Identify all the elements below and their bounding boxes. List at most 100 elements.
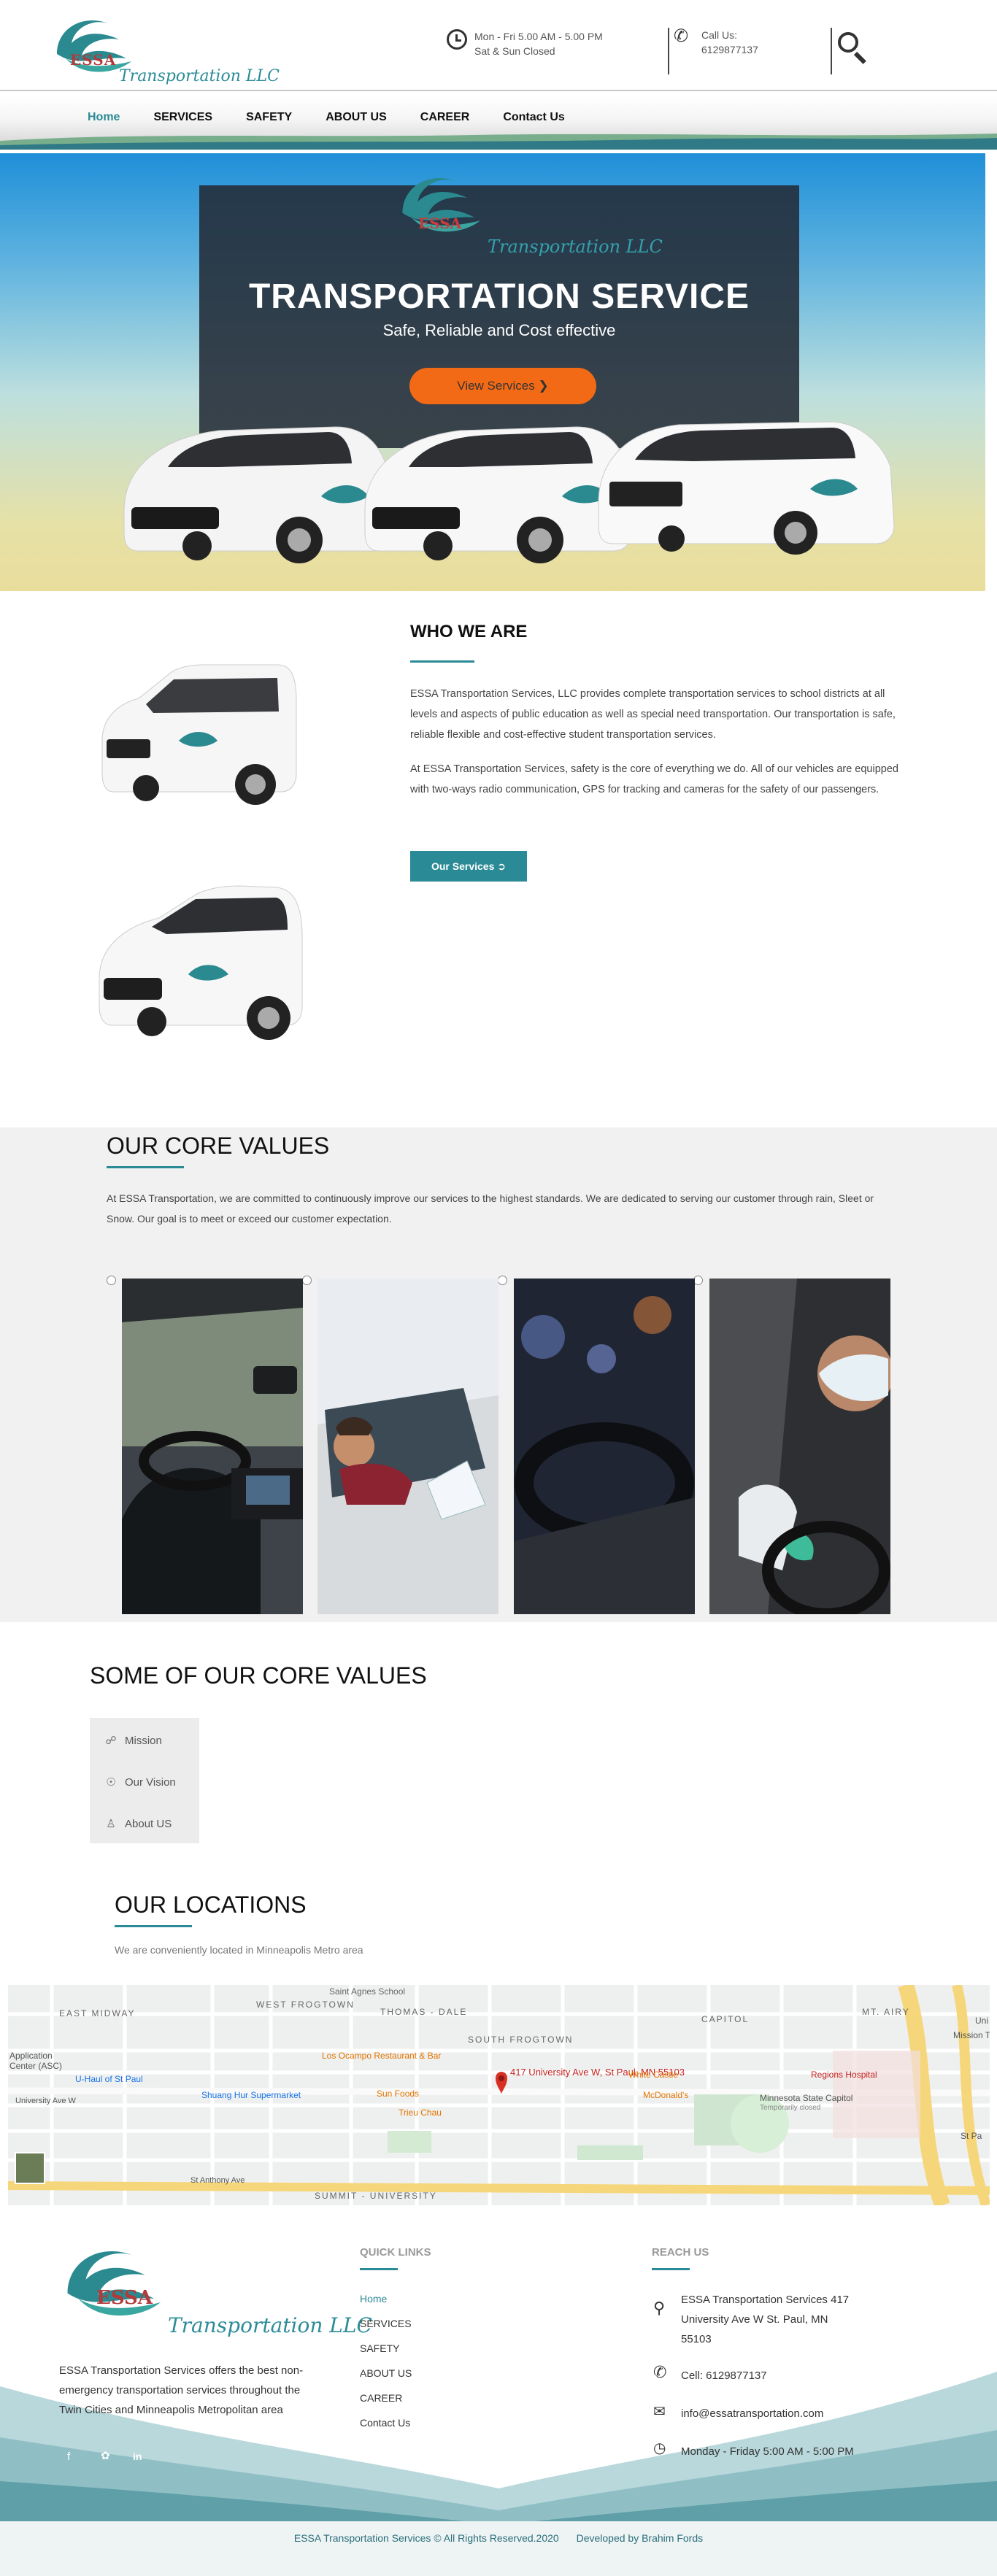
reach-us-heading: REACH US — [652, 2246, 709, 2259]
map-label-application-center: Application Center (ASC) — [9, 2051, 63, 2071]
footer-logo-icon — [67, 2251, 161, 2316]
locations-heading-underline — [115, 1925, 192, 1927]
core-photo-night-steering — [514, 1279, 695, 1614]
footer-link-about[interactable]: ABOUT US — [360, 2367, 412, 2379]
reach-us-underline — [652, 2268, 690, 2270]
map-label-los-ocampo[interactable]: Los Ocampo Restaurant & Bar — [322, 2051, 441, 2061]
nav-wave-decoration — [0, 134, 997, 150]
our-services-label: Our Services — [431, 860, 495, 872]
nav-about[interactable]: ABOUT US — [326, 111, 387, 124]
map-label-university-ave: University Ave W — [15, 2097, 76, 2105]
footer-link-home[interactable]: Home — [360, 2293, 387, 2305]
map-label-sun-foods[interactable]: Sun Foods — [377, 2089, 419, 2099]
heading-underline — [410, 660, 474, 663]
map-label-saint-agnes[interactable]: Saint Agnes School — [329, 1986, 405, 1997]
core-photo-smiling-driver — [317, 1279, 498, 1614]
map-label-mission: Mission Te — [953, 2030, 990, 2040]
handshake-icon: ☍ — [105, 1735, 117, 1747]
phone-icon: ✆ — [674, 26, 689, 46]
linkedin-icon[interactable]: in — [133, 2450, 142, 2462]
map-label-summit-university: SUMMIT - UNIVERSITY — [315, 2191, 437, 2201]
footer-link-career[interactable]: CAREER — [360, 2392, 402, 2404]
clock-icon — [447, 29, 467, 50]
core-values-heading: OUR CORE VALUES — [107, 1133, 330, 1159]
locations-heading: OUR LOCATIONS — [115, 1891, 307, 1918]
map-label-st-anthony: St Anthony Ave — [190, 2176, 245, 2185]
footer-address: ESSA Transportation Services 417 Univers… — [681, 2294, 850, 2345]
slide-radio-1[interactable] — [107, 1276, 116, 1285]
footer-cell[interactable]: Cell: 6129877137 — [681, 2366, 767, 2386]
footer-logo-brand: ESSA — [96, 2287, 153, 2309]
call-number[interactable]: 6129877137 — [701, 42, 785, 57]
map-label-uhaul[interactable]: U-Haul of St Paul — [75, 2074, 143, 2084]
map-label-shuang-hur[interactable]: Shuang Hur Supermarket — [201, 2090, 301, 2100]
quick-links-heading: QUICK LINKS — [360, 2246, 431, 2259]
hero-logo-tagline: Transportation LLC — [488, 236, 663, 257]
quick-links-underline — [360, 2268, 398, 2270]
copyright-text: ESSA Transportation Services © All Right… — [293, 2532, 559, 2544]
nav-contact[interactable]: Contact Us — [503, 111, 564, 124]
copyright-bar: ESSA Transportation Services © All Right… — [0, 2532, 997, 2544]
our-services-button[interactable]: Our Services ➲ — [410, 851, 527, 882]
facebook-icon[interactable]: f — [67, 2450, 70, 2463]
hero-logo-icon — [402, 178, 480, 232]
tab-our-vision[interactable]: ☉ Our Vision — [104, 1775, 176, 1789]
twitter-icon[interactable]: ✿ — [101, 2449, 110, 2462]
phone-icon: ✆ — [653, 2363, 667, 2381]
map-label-st-paul: St Pa — [961, 2131, 982, 2141]
map-label-white-castle[interactable]: White Castle — [628, 2070, 678, 2080]
map-label-state-capitol[interactable]: Minnesota State Capitol — [760, 2093, 852, 2103]
map-label-east-midway: EAST MIDWAY — [59, 2008, 136, 2018]
hero-subtitle: Safe, Reliable and Cost effective — [382, 321, 616, 339]
call-us[interactable]: ✆ Call Us: 6129877137 — [668, 28, 785, 74]
map-label-mcdonalds[interactable]: McDonald's — [643, 2090, 688, 2100]
hero-logo-brand: ESSA — [418, 215, 462, 232]
minivan-image-1 — [101, 664, 297, 805]
footer-logo[interactable]: ESSA Transportation LLC — [58, 2233, 372, 2350]
footer-email[interactable]: info@essatransportation.com — [681, 2404, 823, 2423]
core-photo-cleaning-driver — [709, 1279, 890, 1614]
envelope-icon: ✉ — [653, 2404, 666, 2420]
nav-home[interactable]: Home — [88, 111, 120, 124]
footer-logo-tagline: Transportation LLC — [168, 2313, 372, 2337]
minivan-image-2 — [99, 885, 303, 1040]
eye-icon: ☉ — [106, 1776, 116, 1789]
site-logo[interactable]: ESSA Transportation LLC — [50, 10, 280, 90]
core-photo-driver-dashboard — [122, 1279, 303, 1614]
nav-safety[interactable]: SAFETY — [246, 111, 292, 124]
hours-line-1: Mon - Fri 5.00 AM - 5.00 PM — [474, 31, 603, 42]
tab-mission[interactable]: ☍ Mission — [104, 1734, 161, 1747]
location-map[interactable]: EAST MIDWAY WEST FROGTOWN THOMAS - DALE … — [8, 1985, 990, 2205]
footer-link-contact[interactable]: Contact Us — [360, 2417, 410, 2429]
clock-icon: ◷ — [653, 2440, 666, 2456]
footer-link-services[interactable]: SERVICES — [360, 2318, 412, 2329]
slide-radio-3[interactable] — [498, 1276, 507, 1285]
user-icon: ♙ — [106, 1818, 116, 1830]
logo-brand-text: ESSA — [70, 51, 117, 69]
footer-about-text: ESSA Transportation Services offers the … — [59, 2364, 304, 2416]
locations-subtitle: We are conveniently located in Minneapol… — [115, 1944, 363, 1956]
core-heading-underline — [107, 1166, 184, 1168]
map-label-regions-hospital[interactable]: Regions Hospital — [811, 2070, 877, 2080]
who-paragraph-2: At ESSA Transportation Services, safety … — [410, 763, 898, 795]
core-values-text: At ESSA Transportation, we are committed… — [107, 1192, 874, 1225]
nav-services[interactable]: SERVICES — [153, 111, 212, 124]
nav-career[interactable]: CAREER — [420, 111, 470, 124]
map-label-trieu-chau[interactable]: Trieu Chau — [399, 2108, 442, 2118]
tab-about-us[interactable]: ♙ About US — [104, 1817, 172, 1830]
search-icon — [838, 32, 858, 53]
developer-credit[interactable]: Developed by Brahim Fords — [577, 2532, 704, 2544]
search-button[interactable] — [831, 28, 874, 74]
who-paragraph-1: ESSA Transportation Services, LLC provid… — [410, 688, 896, 741]
hours-line-2: Sat & Sun Closed — [474, 45, 555, 57]
slide-radio-2[interactable] — [302, 1276, 312, 1285]
top-header: ESSA Transportation LLC Mon - Fri 5.00 A… — [0, 0, 997, 91]
map-label-south-frogtown: SOUTH FROGTOWN — [468, 2035, 574, 2045]
footer-link-safety[interactable]: SAFETY — [360, 2342, 399, 2354]
map-label-thomas-dale: THOMAS - DALE — [380, 2007, 468, 2017]
core-values-tabs: ☍ Mission ☉ Our Vision ♙ About US — [90, 1718, 199, 1843]
map-label-west-frogtown: WEST FROGTOWN — [256, 2000, 355, 2010]
business-hours: Mon - Fri 5.00 AM - 5.00 PM Sat & Sun Cl… — [447, 29, 636, 58]
site-footer: ESSA Transportation LLC ESSA Transportat… — [0, 2218, 997, 2576]
map-label-uni: Uni — [975, 2016, 989, 2026]
